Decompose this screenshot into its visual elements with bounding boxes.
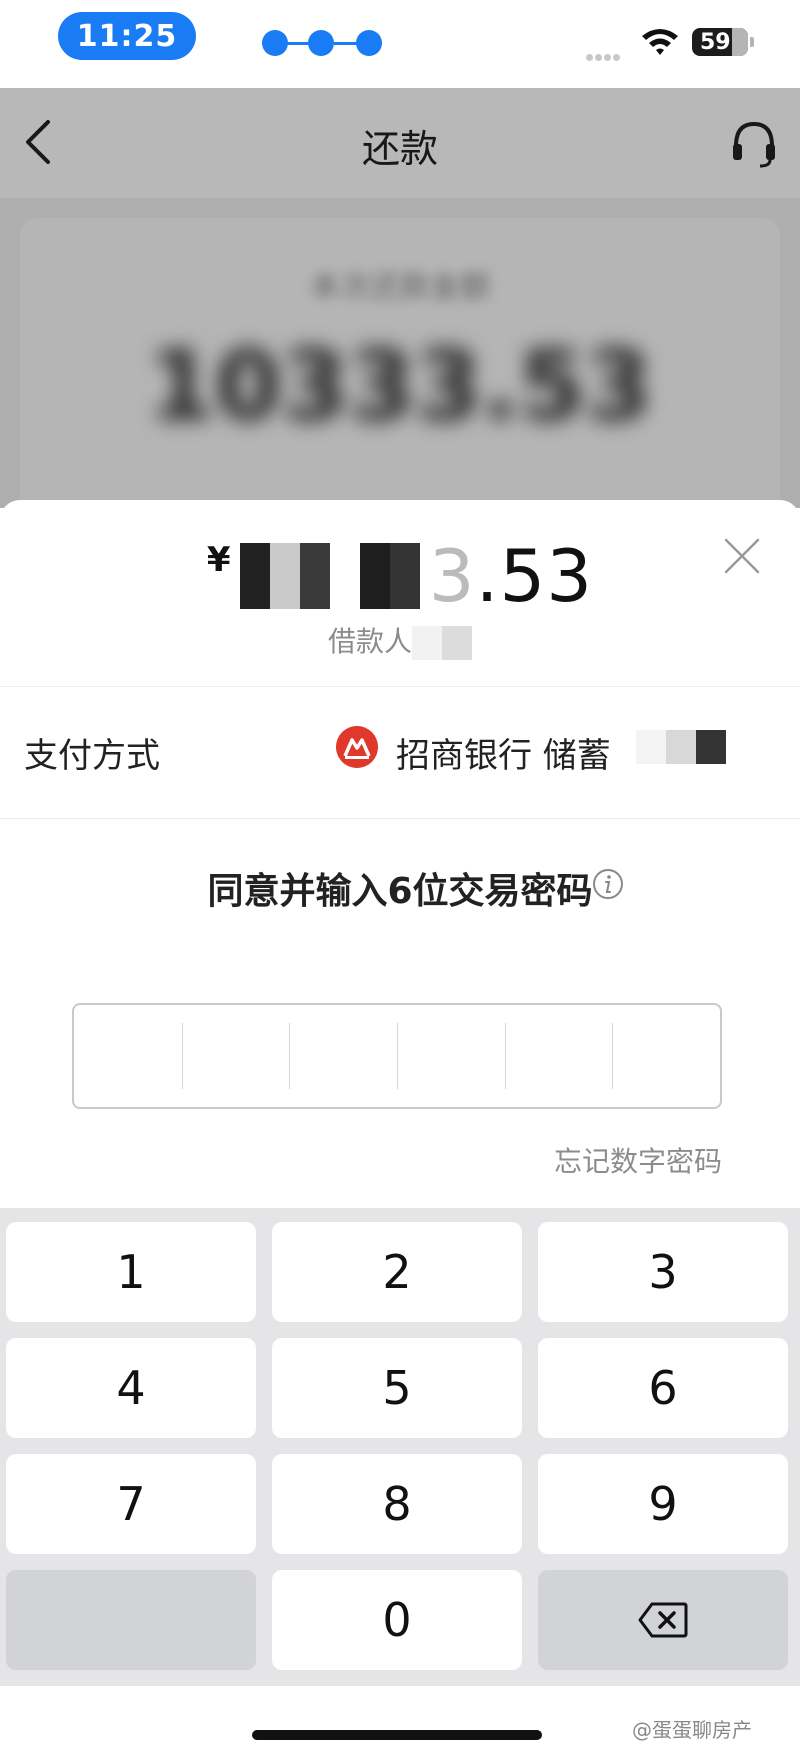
borrower-name-mask [412, 626, 472, 660]
backspace-key[interactable] [538, 1570, 788, 1670]
key-8[interactable]: 8 [272, 1454, 522, 1554]
payment-method-label: 支付方式 [24, 736, 160, 776]
password-digit-cell [612, 1005, 720, 1107]
divider [0, 686, 800, 687]
key-4[interactable]: 4 [6, 1338, 256, 1438]
battery-level: 59 [700, 29, 731, 55]
status-time: 11:25 [58, 12, 196, 60]
key-5[interactable]: 5 [272, 1338, 522, 1438]
watermark: @蛋蛋聊房产 [632, 1718, 752, 1742]
key-9[interactable]: 9 [538, 1454, 788, 1554]
close-icon[interactable] [722, 536, 762, 576]
key-3[interactable]: 3 [538, 1222, 788, 1322]
amount-mask [239, 543, 420, 609]
password-prompt: 同意并输入6位交易密码 [207, 871, 593, 912]
modal-overlay[interactable] [0, 88, 800, 508]
payment-amount: ¥ 3.53 [0, 534, 800, 618]
amount-digit: 3 [428, 534, 476, 618]
password-digit-cell [397, 1005, 505, 1107]
wifi-icon [642, 29, 678, 55]
currency-symbol: ¥ [206, 539, 231, 580]
password-digit-cell [504, 1005, 613, 1107]
key-7[interactable]: 7 [6, 1454, 256, 1554]
backspace-icon [638, 1602, 688, 1638]
password-input[interactable] [72, 1003, 722, 1109]
borrower-info: 借款人 [0, 620, 800, 660]
screen-recording-indicator [262, 30, 382, 56]
key-6[interactable]: 6 [538, 1338, 788, 1438]
card-number-mask [636, 730, 726, 764]
payment-method-value[interactable]: 招商银行 储蓄 [396, 728, 611, 777]
key-2[interactable]: 2 [272, 1222, 522, 1322]
password-digit-cell [74, 1005, 182, 1107]
info-icon[interactable] [592, 868, 624, 900]
divider [0, 818, 800, 819]
key-1[interactable]: 1 [6, 1222, 256, 1322]
amount-decimal: .53 [475, 534, 594, 618]
forgot-password-link[interactable]: 忘记数字密码 [0, 1140, 722, 1180]
numeric-keypad: 1 2 3 4 5 6 7 8 9 0 [0, 1208, 800, 1686]
key-0[interactable]: 0 [272, 1570, 522, 1670]
home-indicator[interactable] [252, 1730, 542, 1740]
status-bar: 11:25 59 [0, 0, 800, 88]
key-blank [6, 1570, 256, 1670]
battery-indicator: 59 [692, 28, 754, 56]
cellular-signal-icon [586, 46, 630, 61]
borrower-label: 借款人 [327, 625, 412, 658]
password-digit-cell [181, 1005, 290, 1107]
cmb-bank-logo-icon [336, 726, 378, 768]
password-digit-cell [289, 1005, 397, 1107]
